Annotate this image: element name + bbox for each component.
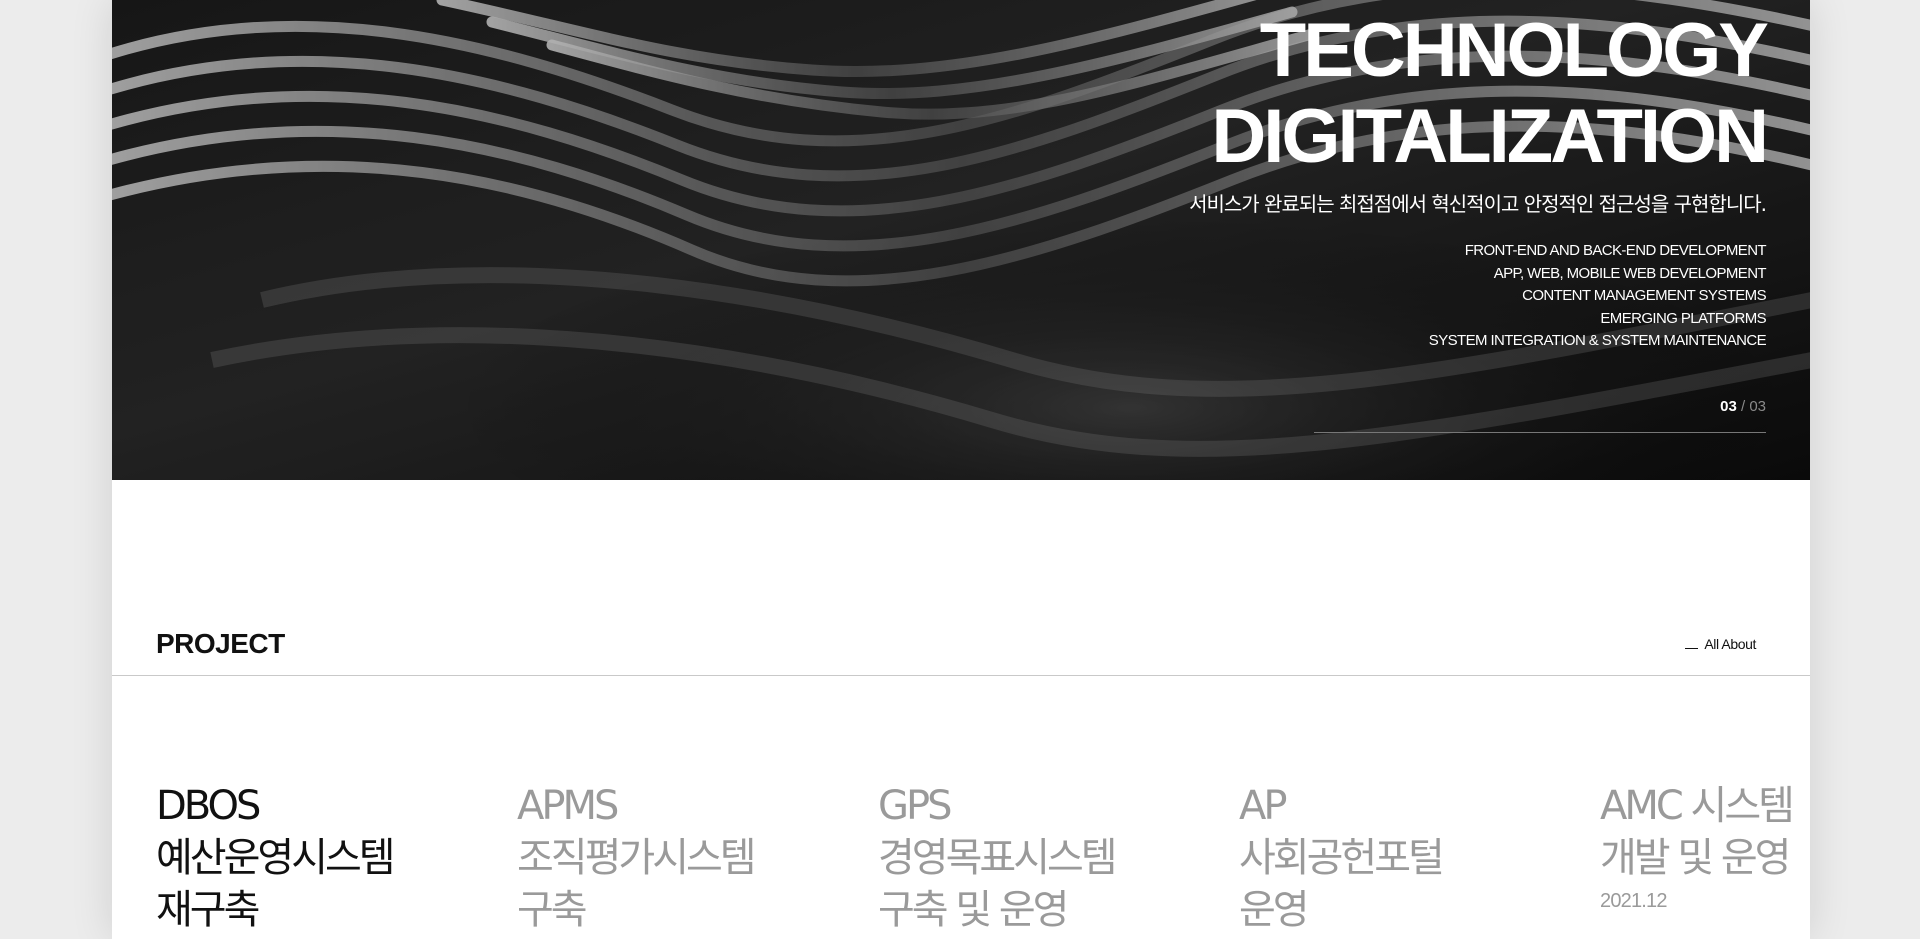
project-code: AMC 시스템	[1600, 783, 1795, 829]
project-name: 조직평가시스템 구축	[517, 835, 757, 933]
hero-title-line-2: DIGITALIZATION	[1211, 94, 1769, 179]
all-about-link[interactable]: All About	[1685, 636, 1756, 652]
service-item: APP, WEB, MOBILE WEB DEVELOPMENT	[1493, 264, 1767, 282]
all-about-label: All About	[1704, 636, 1756, 652]
project-code: DBOS	[156, 783, 261, 829]
section-title: PROJECT	[156, 628, 285, 659]
pager-separator: /	[1740, 398, 1746, 415]
project-card-amc[interactable]: AMC 시스템 개발 및 운영 2021.12	[1600, 780, 1810, 913]
hero-title-line-1: TECHNOLOGY	[1259, 8, 1769, 93]
project-card-dbos[interactable]: DBOS 예산운영시스템 재구축	[156, 780, 496, 936]
project-card-ap[interactable]: AP 사회공헌포털 운영	[1239, 780, 1579, 936]
project-card-apms[interactable]: APMS 조직평가시스템 구축	[517, 780, 857, 936]
project-name: 예산운영시스템 재구축	[156, 835, 396, 933]
hero-title: TECHNOLOGY DIGITALIZATION	[1211, 8, 1769, 180]
service-item: FRONT-END AND BACK-END DEVELOPMENT	[1464, 242, 1767, 259]
service-item: SYSTEM INTEGRATION & SYSTEM MAINTENANCE	[1428, 332, 1767, 349]
slide-pager: 03 / 03	[1720, 398, 1766, 415]
project-date: 2021.12	[1600, 890, 1668, 912]
pager-total: 03	[1749, 398, 1766, 415]
page: TECHNOLOGY DIGITALIZATION 서비스가 완료되는 최접점에…	[112, 0, 1810, 939]
hero-banner: TECHNOLOGY DIGITALIZATION 서비스가 완료되는 최접점에…	[112, 0, 1810, 480]
project-code: APMS	[517, 783, 619, 829]
slide-progress-bar[interactable]	[1314, 432, 1766, 433]
project-name: 사회공헌포털 운영	[1239, 835, 1445, 933]
project-card-gps[interactable]: GPS 경영목표시스템 구축 및 운영	[878, 780, 1218, 936]
services-list: FRONT-END AND BACK-END DEVELOPMENT APP, …	[1428, 240, 1767, 353]
project-code: AP	[1239, 783, 1287, 829]
service-item: EMERGING PLATFORMS	[1600, 309, 1766, 327]
project-name: 경영목표시스템 구축 및 운영	[878, 835, 1118, 933]
project-section-header: PROJECT All About	[112, 610, 1810, 676]
hero-subtitle: 서비스가 완료되는 최접점에서 혁신적이고 안정적인 접근성을 구현합니다.	[1189, 192, 1767, 216]
project-code: GPS	[878, 783, 953, 829]
project-list: DBOS 예산운영시스템 재구축 APMS 조직평가시스템 구축 GPS 경영목…	[156, 780, 1810, 939]
project-name: 개발 및 운영	[1600, 835, 1791, 881]
pager-current: 03	[1720, 398, 1737, 415]
dash-icon	[1685, 648, 1699, 649]
service-item: CONTENT MANAGEMENT SYSTEMS	[1522, 287, 1766, 304]
